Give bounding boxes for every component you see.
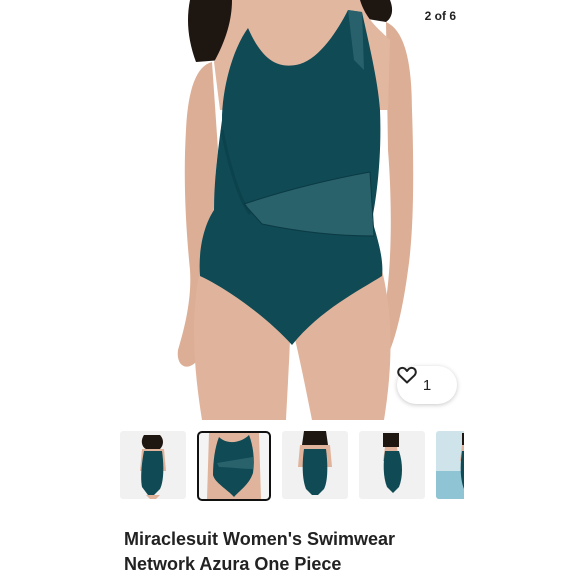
thumbnail-image: [140, 435, 166, 499]
thumbnail-image: [207, 433, 261, 499]
thumbnail-image: [298, 431, 332, 495]
thumbnail-4[interactable]: [359, 431, 425, 499]
thumbnail-3[interactable]: [282, 431, 348, 499]
product-title: Miraclesuit Women's Swimwear Network Azu…: [124, 527, 524, 577]
like-count: 1: [422, 376, 432, 394]
thumbnail-image: [383, 433, 402, 493]
heart-icon: [397, 366, 417, 384]
image-counter: 2 of 6: [424, 9, 456, 23]
thumbnail-strip: [120, 431, 464, 501]
product-title-line-2: Network Azura One Piece: [124, 554, 342, 574]
thumbnail-5[interactable]: [436, 431, 464, 499]
thumbnail-image: [436, 431, 464, 499]
product-image-viewer[interactable]: 2 of 6 1: [0, 0, 580, 420]
like-button[interactable]: 1: [397, 366, 457, 404]
thumbnail-1[interactable]: [120, 431, 186, 499]
thumbnail-2[interactable]: [197, 431, 271, 501]
product-title-line-1: Miraclesuit Women's Swimwear: [124, 529, 396, 549]
product-main-image: [177, 0, 414, 420]
